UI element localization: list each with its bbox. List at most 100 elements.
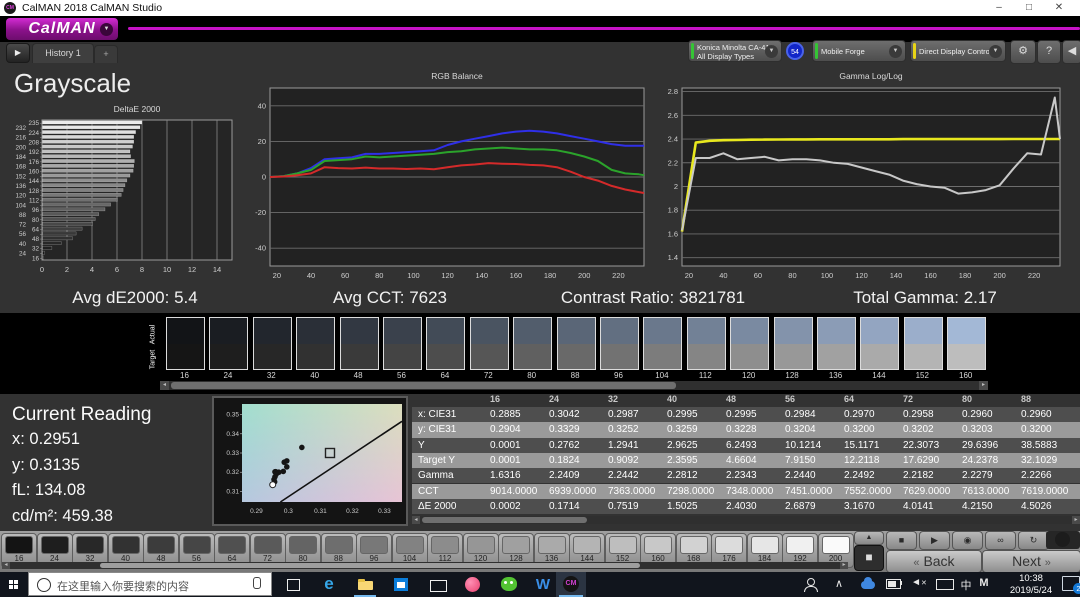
svg-text:168: 168 bbox=[15, 164, 26, 171]
play-icon[interactable]: ▶ bbox=[919, 531, 950, 550]
pattern-chip bbox=[786, 536, 814, 554]
actual-half bbox=[427, 318, 464, 344]
media-app-icon[interactable] bbox=[458, 572, 488, 597]
table-cell: 2.4030 bbox=[726, 499, 785, 514]
svg-text:100: 100 bbox=[407, 271, 420, 280]
refresh-icon[interactable]: ↻ bbox=[1018, 531, 1049, 550]
meter-dropdown[interactable]: Konica Minolta CA-410 All Display Types … bbox=[688, 40, 782, 62]
scroll-right-icon[interactable]: ▸ bbox=[979, 381, 988, 390]
pattern-scroll-thumb[interactable] bbox=[100, 563, 640, 568]
grayscale-swatch-160 bbox=[947, 317, 986, 370]
table-cell: 4.5026 bbox=[1021, 499, 1080, 514]
chevron-down-icon: ▼ bbox=[765, 45, 778, 58]
table-row-label: Y bbox=[412, 438, 490, 453]
start-button[interactable] bbox=[0, 572, 28, 597]
grayscale-swatch-80 bbox=[513, 317, 552, 370]
mail-icon[interactable] bbox=[422, 572, 452, 597]
scroll-left-icon[interactable]: ◂ bbox=[412, 516, 420, 524]
swatch-level-label: 56 bbox=[382, 371, 421, 380]
svg-text:80: 80 bbox=[32, 217, 40, 224]
target-half bbox=[471, 344, 508, 370]
grayscale-swatch-24 bbox=[209, 317, 248, 370]
task-view-button[interactable] bbox=[278, 572, 308, 597]
table-cell: 2.2812 bbox=[667, 468, 726, 483]
store-bag bbox=[394, 578, 408, 591]
stop-icon[interactable]: ■ bbox=[886, 531, 917, 550]
svg-text:184: 184 bbox=[15, 154, 26, 161]
reading-x: x: 0.2951 bbox=[12, 430, 80, 449]
file-explorer-button[interactable] bbox=[350, 572, 380, 597]
scroll-left-icon[interactable]: ◂ bbox=[160, 381, 169, 390]
table-cell: 0.0001 bbox=[490, 453, 549, 468]
table-cell: 10.1214 bbox=[785, 438, 844, 453]
scroll-right-icon[interactable]: ▸ bbox=[840, 562, 848, 569]
svg-text:40: 40 bbox=[258, 101, 266, 110]
display-control-dropdown[interactable]: Direct Display Control ▼ bbox=[910, 40, 1006, 62]
add-tab-button[interactable]: + bbox=[94, 45, 118, 63]
next-button[interactable]: Next » bbox=[982, 550, 1080, 573]
edge-browser-icon[interactable]: e bbox=[314, 572, 344, 597]
tab-history-1[interactable]: History 1 bbox=[32, 43, 94, 63]
wps-office-icon[interactable]: W bbox=[528, 572, 558, 597]
capture-icon[interactable]: ◉ bbox=[952, 531, 983, 550]
table-row-label: y: CIE31 bbox=[412, 422, 490, 437]
settings-gear-icon[interactable]: ⚙ bbox=[1010, 40, 1036, 64]
ime-mode-indicator[interactable]: M bbox=[976, 577, 992, 589]
back-button[interactable]: « Back bbox=[886, 550, 982, 573]
wechat-icon[interactable] bbox=[494, 572, 524, 597]
meter-sync-badge[interactable]: 54 bbox=[786, 42, 804, 60]
scroll-right-icon[interactable]: ▸ bbox=[1072, 516, 1080, 524]
table-cell: 0.9092 bbox=[608, 453, 667, 468]
svg-text:6: 6 bbox=[115, 265, 119, 274]
table-scroll-thumb[interactable] bbox=[422, 517, 587, 523]
taskbar-clock[interactable]: 10:38 2019/5/24 bbox=[1002, 573, 1060, 596]
svg-text:235: 235 bbox=[28, 120, 39, 127]
target-half bbox=[210, 344, 247, 370]
close-button[interactable]: ✕ bbox=[1048, 1, 1070, 15]
svg-text:24: 24 bbox=[19, 251, 27, 258]
help-icon[interactable]: ? bbox=[1037, 40, 1061, 64]
table-cell: 3.1670 bbox=[844, 499, 903, 514]
swatch-scroll-thumb[interactable] bbox=[171, 382, 676, 389]
scroll-left-icon[interactable]: ◂ bbox=[2, 562, 10, 569]
actual-half bbox=[210, 318, 247, 344]
target-half bbox=[167, 344, 204, 370]
ime-language-indicator[interactable]: 中 bbox=[958, 577, 974, 593]
accent-rule bbox=[128, 27, 1080, 30]
grayscale-swatch-152 bbox=[904, 317, 943, 370]
grayscale-swatch-56 bbox=[383, 317, 422, 370]
action-center-icon[interactable]: 2 bbox=[1062, 576, 1080, 591]
taskbar-search-input[interactable]: 在这里输入你要搜索的内容 bbox=[28, 572, 272, 596]
svg-text:14: 14 bbox=[213, 265, 221, 274]
svg-text:220: 220 bbox=[612, 271, 625, 280]
table-cell: 2.2440 bbox=[785, 468, 844, 483]
minimize-button[interactable]: – bbox=[988, 1, 1010, 15]
swatch-level-label: 24 bbox=[208, 371, 247, 380]
target-half bbox=[558, 344, 595, 370]
table-cell: 0.1824 bbox=[549, 453, 608, 468]
source-dropdown[interactable]: Mobile Forge ▼ bbox=[812, 40, 906, 62]
maximize-button[interactable]: □ bbox=[1018, 1, 1040, 15]
nav-toggle-button[interactable]: ▶ bbox=[6, 43, 30, 63]
table-cell: 2.2343 bbox=[726, 468, 785, 483]
svg-text:88: 88 bbox=[19, 212, 27, 219]
continuous-read-icon[interactable]: ∞ bbox=[985, 531, 1016, 550]
table-cell: 29.6396 bbox=[962, 438, 1021, 453]
table-col-header: 16 bbox=[490, 394, 549, 407]
table-row: ΔE 20000.00020.17140.75191.50252.40302.6… bbox=[412, 499, 1080, 514]
pattern-window-button[interactable]: ■ bbox=[854, 545, 884, 571]
pattern-chip bbox=[5, 536, 33, 554]
collapse-panel-icon[interactable]: ◀ bbox=[1062, 40, 1080, 64]
taskbar: 在这里输入你要搜索的内容 e W CM ∧ bbox=[0, 572, 1080, 597]
logo-menu-dropdown-icon[interactable]: ▼ bbox=[100, 23, 113, 36]
svg-text:200: 200 bbox=[578, 271, 591, 280]
calman-taskbar-button[interactable]: CM bbox=[556, 572, 586, 597]
next-icon: » bbox=[1045, 557, 1051, 569]
deltae-chart: DeltaE 200002468101214235232224216208200… bbox=[8, 100, 238, 284]
store-icon[interactable] bbox=[386, 572, 416, 597]
table-cell: 1.6316 bbox=[490, 468, 549, 483]
expand-up-button[interactable]: ▲ bbox=[854, 531, 884, 545]
tray-chevron-up-icon[interactable]: ∧ bbox=[830, 577, 848, 590]
volume-muted-icon[interactable]: ◄✕ bbox=[908, 577, 930, 588]
svg-text:152: 152 bbox=[15, 173, 26, 180]
